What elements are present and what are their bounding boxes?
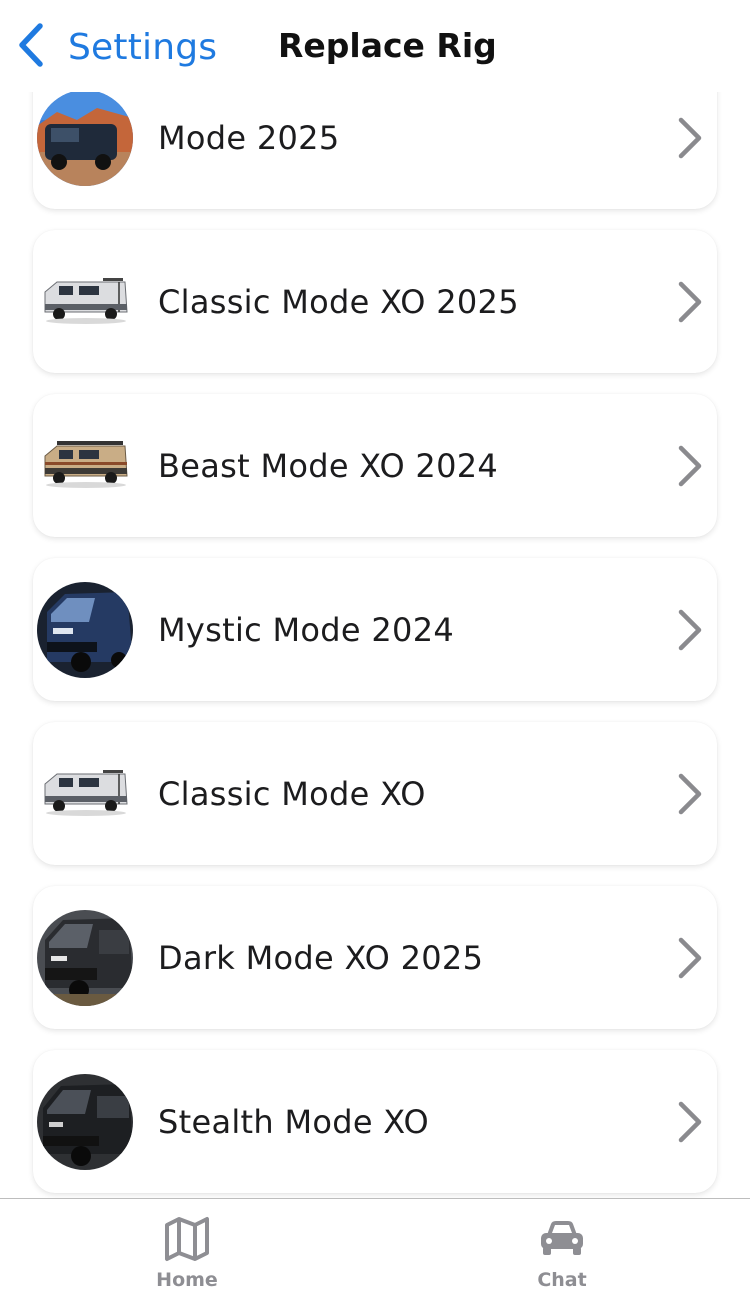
car-icon (512, 1215, 612, 1263)
rig-row-stealth-mode-xo[interactable]: Stealth Mode XO (33, 1050, 717, 1193)
rig-label: Dark Mode XO 2025 (158, 938, 484, 977)
chevron-right-icon (677, 116, 703, 160)
rig-label: Classic Mode XO 2025 (158, 282, 519, 321)
tab-chat[interactable]: Chat (512, 1215, 612, 1291)
chevron-right-icon (677, 772, 703, 816)
rig-thumbnail (37, 1074, 133, 1170)
chevron-right-icon (677, 444, 703, 488)
rig-label: Classic Mode XO (158, 774, 426, 813)
chevron-right-icon (677, 608, 703, 652)
rig-row-dark-mode-xo-2025[interactable]: Dark Mode XO 2025 (33, 886, 717, 1029)
rig-label: Beast Mode XO 2024 (158, 446, 499, 485)
chevron-left-icon (16, 22, 46, 72)
rig-thumbnail (41, 766, 131, 818)
tab-bar: Home Chat (0, 1198, 750, 1297)
rig-label: Stealth Mode XO (158, 1102, 429, 1141)
back-button[interactable]: Settings (16, 22, 217, 72)
map-icon (137, 1215, 237, 1263)
tab-chat-label: Chat (537, 1269, 587, 1291)
rig-thumbnail (37, 582, 133, 678)
rig-thumbnail (37, 90, 133, 186)
rig-row-classic-mode-xo[interactable]: Classic Mode XO (33, 722, 717, 865)
rig-row-mystic-mode-2024[interactable]: Mystic Mode 2024 (33, 558, 717, 701)
tab-home-label: Home (156, 1269, 218, 1291)
page-title: Replace Rig (278, 26, 497, 65)
tab-home[interactable]: Home (137, 1215, 237, 1291)
rig-thumbnail (37, 910, 133, 1006)
rig-list: Mode 2025 Classic Mode XO 2025 Beast Mod… (0, 0, 750, 1198)
chevron-right-icon (677, 1100, 703, 1144)
navigation-bar: Settings Replace Rig (0, 0, 750, 92)
chevron-right-icon (677, 280, 703, 324)
rig-row-classic-mode-xo-2025[interactable]: Classic Mode XO 2025 (33, 230, 717, 373)
chevron-right-icon (677, 936, 703, 980)
rig-row-beast-mode-xo-2024[interactable]: Beast Mode XO 2024 (33, 394, 717, 537)
rig-thumbnail (41, 438, 131, 490)
rig-label: Mystic Mode 2024 (158, 610, 455, 649)
rig-thumbnail (41, 274, 131, 326)
back-button-label: Settings (68, 26, 218, 68)
